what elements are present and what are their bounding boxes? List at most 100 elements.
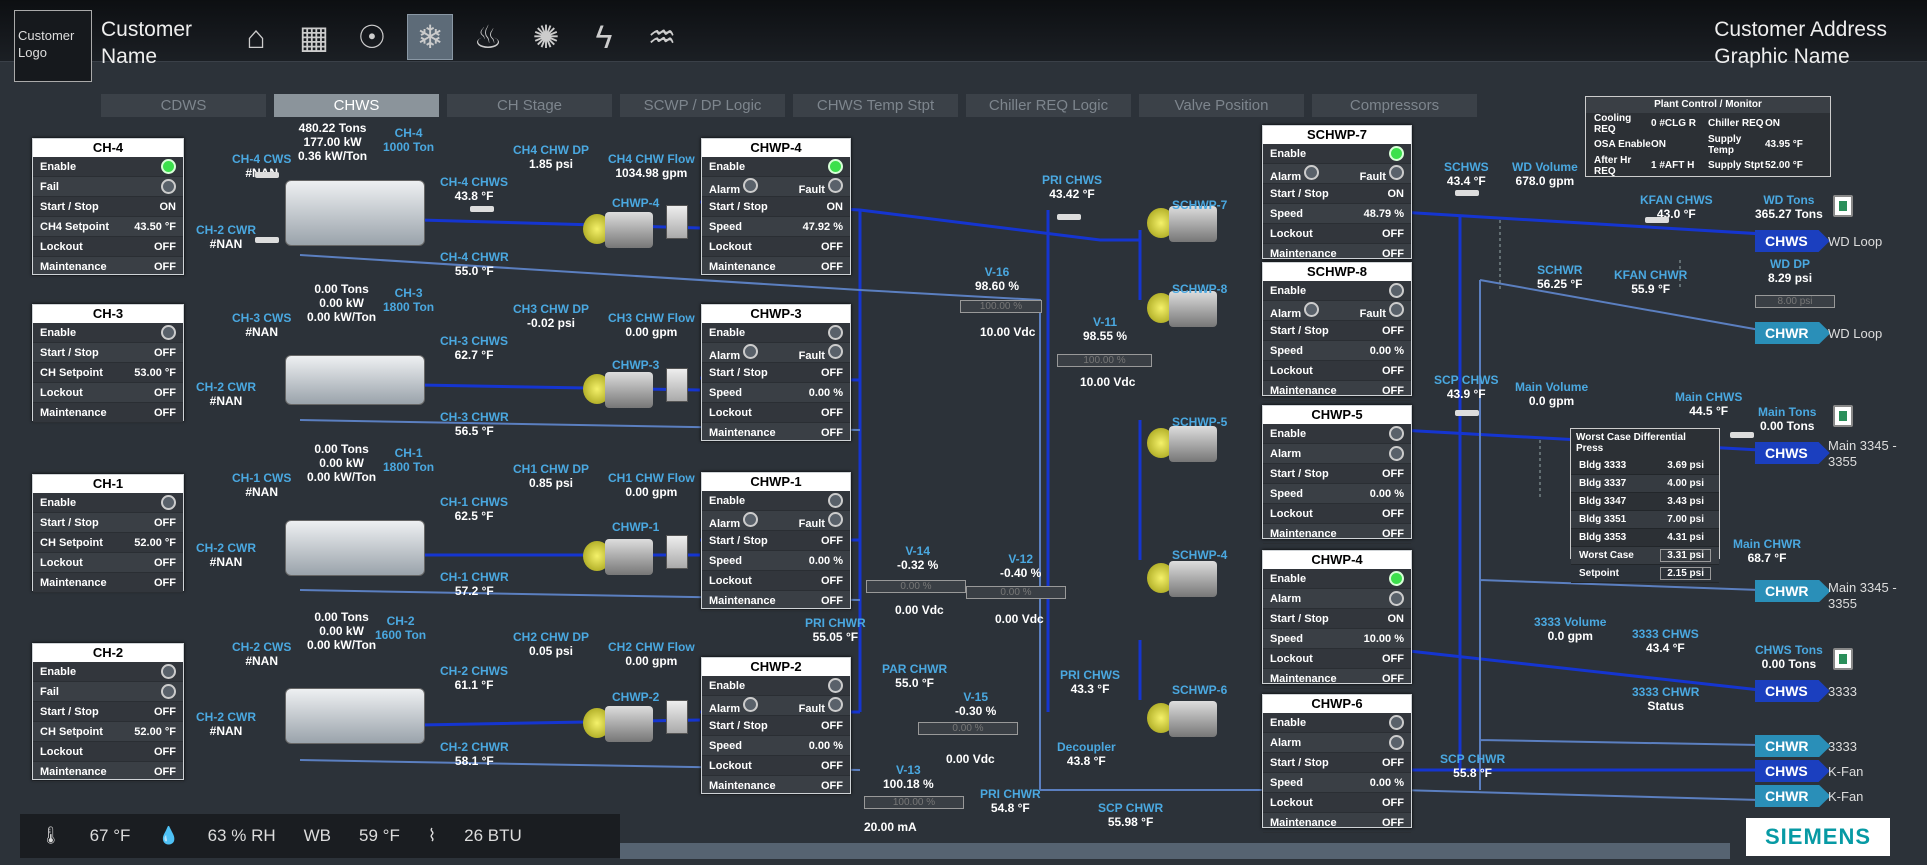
table-row[interactable]: Bldg 3347 3.43 psi <box>1571 493 1719 511</box>
chws-wd-loop-tag[interactable]: CHWS <box>1755 230 1830 252</box>
enable-indicator <box>1389 715 1404 730</box>
fault-indicator <box>828 177 843 193</box>
temp-sensor[interactable] <box>255 237 279 243</box>
worst-case-dp-table: Worst Case Differential Press Bldg 3333 3… <box>1570 428 1720 583</box>
valve-v14[interactable]: V-14 -0.32 % <box>897 544 938 572</box>
schwp-7-panel: SCHWP-7 Enable Alarm Fault Start / Stop O… <box>1262 125 1412 264</box>
wd-dp-setpoint-bar: 8.00 psi <box>1755 295 1835 308</box>
chwp-4-pump[interactable] <box>583 206 653 252</box>
fail-indicator <box>161 684 176 699</box>
chiller-ch2-graphic[interactable] <box>285 688 425 744</box>
valve-v11[interactable]: V-11 98.55 % <box>1083 315 1127 343</box>
valve-v13[interactable]: V-13 100.18 % <box>883 763 934 791</box>
wd-tons-meter-icon[interactable] <box>1833 195 1853 217</box>
table-row[interactable]: Bldg 3333 3.69 psi <box>1571 457 1719 475</box>
siemens-logo: SIEMENS <box>1746 818 1890 856</box>
chiller-ch1-graphic[interactable] <box>285 520 425 576</box>
chwr-wd-loop-tag[interactable]: CHWR <box>1755 322 1831 344</box>
alarm-indicator <box>743 177 759 193</box>
chiller-ch4-graphic[interactable] <box>285 180 425 246</box>
chwp-3-pump[interactable] <box>583 366 653 412</box>
v3333-volume: 3333 Volume 0.0 gpm <box>1534 615 1607 643</box>
valve-v16[interactable]: V-16 98.60 % <box>975 265 1019 293</box>
chwp-3-panel: CHWP-3 Enable Alarm Fault Start / Stop OF… <box>701 304 851 443</box>
chwp-2-vfd[interactable] <box>666 700 688 734</box>
alarm-indicator <box>743 511 759 527</box>
temp-sensor[interactable] <box>470 206 494 212</box>
alarm-indicator <box>1389 735 1404 750</box>
temp-sensor[interactable] <box>255 172 279 178</box>
par-chwr: PAR CHWR 55.0 °F <box>882 662 948 690</box>
wd-volume: WD Volume 678.0 gpm <box>1512 160 1578 188</box>
ch2-chws: CH-2 CHWS 61.1 °F <box>440 664 508 692</box>
ch1-flow: CH1 CHW Flow 0.00 gpm <box>608 471 695 499</box>
chwp-2-pump[interactable] <box>583 700 653 746</box>
temp-sensor[interactable] <box>1645 217 1669 223</box>
table-row[interactable]: Worst Case 3.31 psi <box>1571 547 1719 565</box>
weather-bar: 🌡 67 °F 💧 63 % RH WB 59 °F ⌇ 26 BTU <box>20 814 620 858</box>
schwp-6-pump[interactable] <box>1147 695 1217 741</box>
fault-indicator <box>828 696 843 712</box>
wd-loop-label: WD Loop <box>1828 234 1883 249</box>
ch2-chwr: CH-2 CHWR 58.1 °F <box>440 740 509 768</box>
table-row[interactable]: Bldg 3353 4.31 psi <box>1571 529 1719 547</box>
wd-loop-return-label: WD Loop <box>1828 326 1883 341</box>
main-tons: Main Tons 0.00 Tons <box>1758 405 1817 433</box>
chiller-ch3-graphic[interactable] <box>285 355 425 405</box>
chwp-4-label: CHWP-4 <box>612 196 660 210</box>
outdoor-temp: 67 °F <box>89 826 131 845</box>
temp-sensor[interactable] <box>1455 410 1479 416</box>
v12-output: 0.00 Vdc <box>995 612 1044 626</box>
plant-control-monitor: Plant Control / Monitor Cooling REQ 0 #CL… <box>1585 96 1831 177</box>
ch1-cws: CH-1 CWS #NAN <box>232 471 292 499</box>
valve-v12[interactable]: V-12 -0.40 % <box>1000 552 1041 580</box>
ch3-cws: CH-3 CWS #NAN <box>232 311 292 339</box>
chwp-1-panel: CHWP-1 Enable Alarm Fault Start / Stop OF… <box>701 472 851 611</box>
enable-indicator <box>1389 571 1404 586</box>
main-tons-meter-icon[interactable] <box>1833 405 1853 427</box>
ch1-panel: CH-1 Enable Start / Stop OFF CH Setpoint 5… <box>32 474 184 593</box>
schws: SCHWS 43.4 °F <box>1444 160 1489 188</box>
scp-chws: SCP CHWS 43.9 °F <box>1434 373 1499 401</box>
valve-v15[interactable]: V-15 -0.30 % <box>955 690 996 718</box>
wet-bulb: 59 °F <box>359 826 400 845</box>
chws-kfan-tag[interactable]: CHWS <box>1755 760 1830 782</box>
chwp-1-vfd[interactable] <box>666 535 688 569</box>
temp-sensor[interactable] <box>1730 432 1754 438</box>
ch3-tons: 0.00 Tons 0.00 kW 0.00 kW/Ton <box>307 282 377 324</box>
pri-chwr-bottom: PRI CHWR 54.8 °F <box>980 787 1041 815</box>
chws-main-tag[interactable]: CHWS <box>1755 442 1830 464</box>
temp-sensor[interactable] <box>1057 214 1081 220</box>
table-row[interactable]: Bldg 3351 7.00 psi <box>1571 511 1719 529</box>
table-row[interactable]: Bldg 3337 4.00 psi <box>1571 475 1719 493</box>
kfan-chwr: KFAN CHWR 55.9 °F <box>1614 268 1688 296</box>
ch4-cwr: CH-2 CWR #NAN <box>196 223 256 251</box>
table-row[interactable]: Setpoint 2.15 psi <box>1571 565 1719 583</box>
ch4-name: CH-4 1000 Ton <box>383 126 435 154</box>
fail-indicator <box>161 179 176 194</box>
chwp-4-vfd[interactable] <box>666 205 688 239</box>
v13-output: 20.00 mA <box>864 820 917 834</box>
chwp-3-vfd[interactable] <box>666 368 688 402</box>
fault-indicator <box>828 511 843 527</box>
ch3-chws: CH-3 CHWS 62.7 °F <box>440 334 508 362</box>
chws-3333-tag[interactable]: CHWS <box>1755 680 1830 702</box>
relative-humidity: 63 % RH <box>207 826 276 845</box>
enable-indicator <box>828 325 843 340</box>
chwr-main-tag[interactable]: CHWR <box>1755 580 1831 602</box>
alarm-indicator <box>1389 591 1404 606</box>
schwp-6-label: SCHWP-6 <box>1172 683 1228 697</box>
chwr-kfan-tag[interactable]: CHWR <box>1755 785 1831 807</box>
fault-indicator <box>828 343 843 359</box>
ch1-tons: 0.00 Tons 0.00 kW 0.00 kW/Ton <box>307 442 377 484</box>
v11-output: 10.00 Vdc <box>1080 375 1136 389</box>
pri-chws-top: PRI CHWS 43.42 °F <box>1042 173 1102 201</box>
ch1-chwr: CH-1 CHWR 57.2 °F <box>440 570 509 598</box>
chws-tons-meter-icon[interactable] <box>1833 648 1853 670</box>
chwr-3333-tag[interactable]: CHWR <box>1755 735 1831 757</box>
enthalpy: 26 BTU <box>464 826 522 845</box>
temp-sensor[interactable] <box>1455 190 1479 196</box>
chwp-1-pump[interactable] <box>583 533 653 579</box>
wet-bulb-label: WB <box>303 826 332 845</box>
bldg-3333-supply-label: 3333 <box>1828 684 1857 699</box>
